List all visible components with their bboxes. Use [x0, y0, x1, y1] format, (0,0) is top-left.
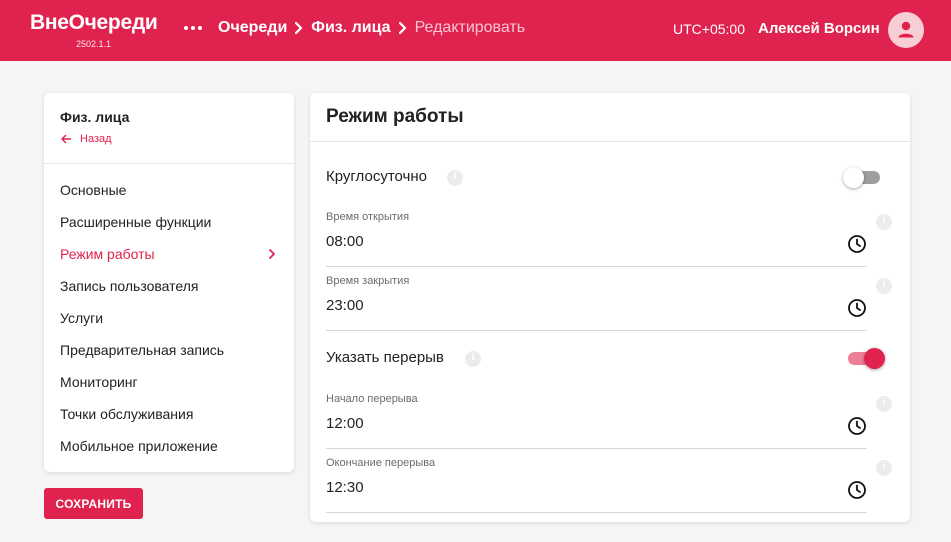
back-link-label: Назад: [80, 133, 112, 145]
person-icon: [898, 21, 914, 38]
page-title: Режим работы: [326, 106, 464, 127]
field-underline: [326, 330, 867, 331]
break-switch[interactable]: [845, 346, 885, 370]
chevron-right-icon: [269, 249, 275, 259]
sidebar-item-mobile-app[interactable]: Мобильное приложение: [60, 432, 278, 460]
divider: [44, 163, 294, 164]
sidebar-item-label: Запись пользователя: [60, 278, 199, 294]
break-end-value[interactable]: 12:30: [326, 479, 364, 496]
info-icon[interactable]: [876, 460, 892, 476]
sidebar-item-advanced[interactable]: Расширенные функции: [60, 208, 278, 236]
app-logo[interactable]: ВнеОчереди: [30, 11, 158, 35]
break-start-value[interactable]: 12:00: [326, 415, 364, 432]
sidebar-item-label: Предварительная запись: [60, 342, 225, 358]
sidebar-title: Физ. лица: [60, 109, 130, 125]
info-icon[interactable]: [876, 396, 892, 412]
sidebar-item-user-registration[interactable]: Запись пользователя: [60, 272, 278, 300]
clock-icon[interactable]: [847, 480, 867, 500]
clock-icon[interactable]: [847, 298, 867, 318]
chevron-right-icon: [398, 21, 406, 35]
app-header: ВнеОчереди 2502.1.1 Очереди Физ. лица Ре…: [0, 0, 951, 61]
timezone-label: UTC+05:00: [673, 21, 745, 37]
break-end-field[interactable]: Окончание перерыва 12:30: [326, 457, 867, 513]
sidebar-item-services[interactable]: Услуги: [60, 304, 278, 332]
sidebar-item-service-points[interactable]: Точки обслуживания: [60, 400, 278, 428]
breadcrumb-queues[interactable]: Очереди: [218, 19, 287, 37]
around-the-clock-switch[interactable]: [843, 165, 883, 189]
chevron-right-icon: [295, 21, 303, 35]
user-name[interactable]: Алексей Ворсин: [758, 20, 880, 37]
schedule-card: Режим работы Круглосуточно Время открыти…: [310, 93, 910, 522]
break-start-label: Начало перерыва: [326, 393, 418, 405]
back-link[interactable]: Назад: [60, 133, 112, 145]
avatar[interactable]: [888, 12, 924, 48]
sidebar-item-label: Мобильное приложение: [60, 438, 218, 454]
breadcrumb: Очереди Физ. лица Редактировать: [218, 19, 525, 37]
sidebar-card: Физ. лица Назад Основные Расширенные фун…: [44, 93, 294, 472]
close-time-label: Время закрытия: [326, 275, 410, 287]
sidebar-item-label: Режим работы: [60, 246, 155, 262]
close-time-field[interactable]: Время закрытия 23:00: [326, 275, 867, 331]
open-time-field[interactable]: Время открытия 08:00: [326, 211, 867, 267]
sidebar-item-label: Основные: [60, 182, 127, 198]
sidebar-item-label: Расширенные функции: [60, 214, 212, 230]
sidebar-item-pre-booking[interactable]: Предварительная запись: [60, 336, 278, 364]
divider: [310, 141, 910, 142]
arrow-left-icon: [61, 134, 72, 144]
sidebar-item-label: Услуги: [60, 310, 104, 326]
field-underline: [326, 512, 867, 513]
info-icon[interactable]: [876, 278, 892, 294]
info-icon[interactable]: [447, 170, 463, 186]
sidebar-item-label: Мониторинг: [60, 374, 138, 390]
field-underline: [326, 448, 867, 449]
sidebar-item-monitoring[interactable]: Мониторинг: [60, 368, 278, 396]
clock-icon[interactable]: [847, 416, 867, 436]
open-time-value[interactable]: 08:00: [326, 233, 364, 250]
info-icon[interactable]: [876, 214, 892, 230]
breadcrumb-individuals[interactable]: Физ. лица: [311, 19, 390, 37]
field-underline: [326, 266, 867, 267]
close-time-value[interactable]: 23:00: [326, 297, 364, 314]
app-version: 2502.1.1: [76, 39, 112, 49]
break-toggle-label: Указать перерыв: [326, 349, 444, 366]
breadcrumb-edit: Редактировать: [414, 19, 526, 36]
save-button[interactable]: СОХРАНИТЬ: [44, 488, 143, 519]
around-the-clock-label: Круглосуточно: [326, 168, 427, 185]
break-end-label: Окончание перерыва: [326, 457, 436, 469]
info-icon[interactable]: [465, 351, 481, 367]
clock-icon[interactable]: [847, 234, 867, 254]
sidebar-item-basic[interactable]: Основные: [60, 176, 278, 204]
open-time-label: Время открытия: [326, 211, 410, 223]
sidebar-item-label: Точки обслуживания: [60, 406, 194, 422]
break-start-field[interactable]: Начало перерыва 12:00: [326, 393, 867, 449]
more-horizontal-icon[interactable]: [184, 26, 202, 32]
sidebar-item-schedule[interactable]: Режим работы: [60, 240, 278, 268]
